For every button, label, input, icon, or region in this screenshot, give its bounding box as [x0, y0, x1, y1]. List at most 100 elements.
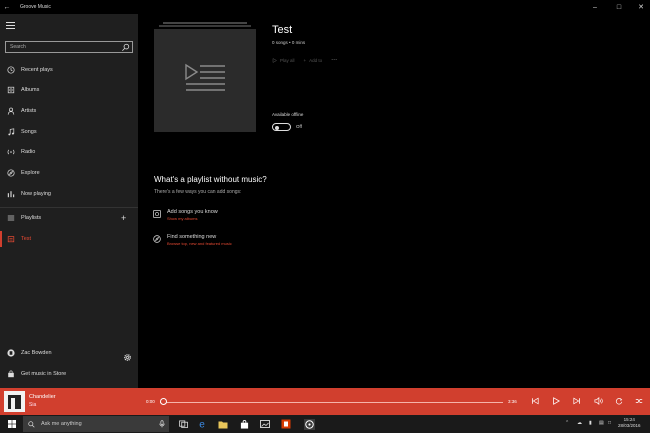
empty-state-subtitle: There's a few ways you can add songs: [154, 189, 242, 195]
system-clock[interactable]: 15:24 28/03/2016 [618, 417, 641, 429]
empty-state-title: What's a playlist without music? [154, 175, 267, 184]
radio-icon [6, 148, 15, 157]
sidebar-item-songs[interactable]: Songs [0, 124, 138, 140]
volume-button[interactable] [591, 394, 605, 408]
action-center-icon[interactable]: □ [608, 420, 611, 426]
sidebar-item-label: Test [21, 236, 32, 242]
minimize-button[interactable]: – [584, 0, 606, 14]
play-button[interactable] [549, 394, 563, 408]
photos-icon[interactable] [259, 418, 271, 430]
search-input[interactable]: Search [5, 41, 133, 53]
play-icon [272, 57, 277, 63]
sidebar-item-recent-plays[interactable]: Recent plays [0, 62, 138, 78]
office-icon[interactable] [280, 418, 292, 430]
sidebar: Search Recent plays Albums Artists Songs… [0, 14, 138, 388]
edge-browser-icon[interactable]: e [196, 418, 208, 430]
close-button[interactable]: ✕ [630, 0, 650, 14]
repeat-icon [615, 398, 623, 405]
cortana-search-box[interactable]: Ask me anything [23, 416, 169, 432]
elapsed-time: 0:00 [146, 399, 155, 404]
now-playing-bar: Chandelier Sia 0:00 3:36 [0, 388, 650, 415]
now-playing-song[interactable]: Chandelier [29, 394, 56, 400]
page-title: Test [272, 24, 293, 36]
settings-gear-icon[interactable] [123, 349, 132, 367]
offline-label: Available offline [272, 112, 304, 117]
search-icon[interactable] [121, 43, 130, 52]
sidebar-item-label: Radio [21, 149, 36, 155]
album-art-stack [163, 22, 247, 24]
new-playlist-plus-icon[interactable]: + [121, 213, 126, 223]
sidebar-item-explore[interactable]: Explore [0, 165, 138, 181]
sidebar-item-store[interactable]: Get music in Store [0, 366, 138, 382]
sidebar-item-now-playing[interactable]: Now playing [0, 186, 138, 202]
next-icon [573, 397, 580, 405]
sidebar-item-albums[interactable]: Albums [0, 82, 138, 98]
explore-icon [153, 235, 161, 243]
sidebar-user[interactable]: Zac Bowden [0, 345, 138, 361]
play-all-button[interactable]: Play all [272, 58, 295, 63]
play-icon [553, 397, 560, 405]
groove-music-window: ← Groove Music – □ ✕ Search Recent plays… [0, 0, 650, 433]
playlist-art [154, 29, 256, 132]
store-link-label: Get music in Store [21, 371, 67, 377]
sidebar-item-playlist-test[interactable]: Test [0, 231, 138, 247]
sidebar-item-artists[interactable]: Artists [0, 103, 138, 119]
sidebar-divider [0, 207, 138, 208]
offline-toggle-state: Off [296, 124, 302, 129]
sidebar-item-label: Songs [21, 129, 37, 135]
now-playing-artist[interactable]: Sia [29, 402, 36, 408]
title-bar: ← Groove Music [0, 0, 650, 14]
seek-bar[interactable] [160, 401, 503, 403]
offline-toggle[interactable] [272, 123, 291, 131]
battery-icon[interactable]: ▮ [589, 420, 592, 426]
more-options-button[interactable]: ··· [331, 57, 337, 63]
sidebar-item-label: Artists [21, 108, 37, 114]
playlist-meta: 0 songs • 0 mins [272, 40, 306, 45]
shuffle-button[interactable] [632, 394, 646, 408]
store-icon[interactable] [238, 418, 250, 430]
explore-icon [6, 169, 15, 178]
playlist-actions: Play all + Add to ··· [272, 57, 346, 63]
playlist-page: Test 0 songs • 0 mins Play all + Add to … [138, 14, 650, 388]
sidebar-item-label: Albums [21, 87, 40, 93]
search-icon [28, 420, 35, 428]
volume-icon [594, 397, 603, 405]
chevron-up-icon[interactable]: ⌃ [565, 420, 569, 426]
add-to-button[interactable]: + Add to [304, 58, 323, 63]
sidebar-item-radio[interactable]: Radio [0, 144, 138, 160]
show-my-albums-link[interactable]: Show my albums [167, 216, 218, 221]
option-title: Add songs you know [167, 209, 218, 215]
onedrive-cloud-icon[interactable]: ☁ [577, 420, 582, 426]
task-view-icon[interactable] [177, 418, 189, 430]
back-arrow-icon[interactable]: ← [0, 4, 14, 11]
person-icon [6, 107, 15, 116]
find-new-option[interactable]: Find something new Browse top, new and f… [153, 234, 232, 246]
shuffle-icon [635, 399, 643, 403]
sidebar-item-playlists[interactable]: Playlists [0, 210, 138, 226]
sidebar-item-label: Explore [21, 170, 40, 176]
cortana-placeholder: Ask me anything [41, 421, 82, 427]
sidebar-item-label: Now playing [21, 191, 51, 197]
browse-music-link[interactable]: Browse top, new and featured music [167, 241, 232, 246]
now-playing-album-art[interactable] [4, 391, 25, 412]
album-icon [153, 210, 161, 218]
previous-button[interactable] [528, 394, 542, 408]
next-button[interactable] [570, 394, 584, 408]
file-explorer-icon[interactable] [217, 418, 229, 430]
add-songs-option[interactable]: Add songs you know Show my albums [153, 209, 218, 221]
hamburger-menu-icon[interactable] [6, 22, 15, 29]
maximize-button[interactable]: □ [608, 0, 630, 14]
microphone-icon[interactable] [159, 420, 165, 428]
svg-text:e: e [199, 420, 205, 430]
seek-handle[interactable] [160, 398, 167, 405]
windows-start-icon[interactable] [8, 420, 16, 428]
album-art-stack [159, 25, 251, 27]
search-placeholder: Search [10, 44, 26, 50]
user-name: Zac Bowden [21, 350, 52, 356]
windows-taskbar: Ask me anything e ⌃ ☁ ▮ ▤ □ 15:24 28/03/… [0, 415, 650, 433]
album-icon [6, 86, 15, 95]
repeat-button[interactable] [612, 394, 626, 408]
sidebar-item-label: Recent plays [21, 67, 53, 73]
network-icon[interactable]: ▤ [599, 420, 604, 426]
groove-music-taskbar-icon[interactable] [303, 418, 315, 430]
